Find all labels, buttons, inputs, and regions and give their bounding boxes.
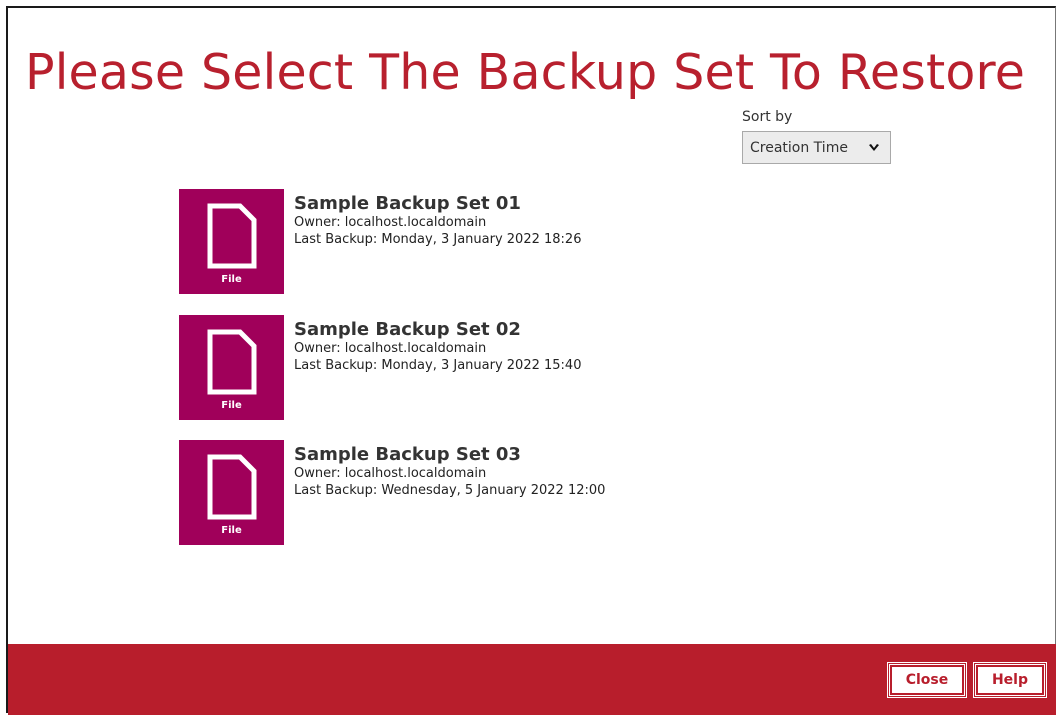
tile-type-label: File bbox=[221, 525, 242, 536]
backup-set-info: Sample Backup Set 03 Owner: localhost.lo… bbox=[294, 444, 605, 499]
close-button[interactable]: Close bbox=[889, 664, 965, 696]
sort-by-label: Sort by bbox=[742, 109, 793, 125]
backup-set-info: Sample Backup Set 02 Owner: localhost.lo… bbox=[294, 319, 581, 374]
page-title: Please Select The Backup Set To Restore bbox=[25, 44, 1026, 101]
backup-set-owner: Owner: localhost.localdomain bbox=[294, 215, 487, 230]
backup-set-item[interactable]: File Sample Backup Set 02 Owner: localho… bbox=[179, 315, 779, 421]
backup-set-tile[interactable]: File bbox=[179, 189, 284, 294]
file-icon bbox=[207, 203, 257, 269]
backup-set-owner: Owner: localhost.localdomain bbox=[294, 341, 487, 356]
backup-set-name: Sample Backup Set 02 bbox=[294, 319, 521, 340]
backup-set-item[interactable]: File Sample Backup Set 03 Owner: localho… bbox=[179, 440, 779, 546]
backup-set-name: Sample Backup Set 03 bbox=[294, 444, 521, 465]
sort-by-selected-value: Creation Time bbox=[750, 139, 848, 156]
file-icon bbox=[207, 329, 257, 395]
backup-set-tile[interactable]: File bbox=[179, 315, 284, 420]
footer-bar: Close Help bbox=[8, 644, 1056, 715]
backup-set-last-backup: Last Backup: Monday, 3 January 2022 15:4… bbox=[294, 358, 582, 373]
backup-set-item[interactable]: File Sample Backup Set 01 Owner: localho… bbox=[179, 189, 779, 295]
chevron-down-icon bbox=[869, 144, 879, 151]
backup-set-last-backup: Last Backup: Monday, 3 January 2022 18:2… bbox=[294, 232, 582, 247]
backup-set-info: Sample Backup Set 01 Owner: localhost.lo… bbox=[294, 193, 581, 248]
backup-set-owner: Owner: localhost.localdomain bbox=[294, 466, 487, 481]
backup-set-name: Sample Backup Set 01 bbox=[294, 193, 521, 214]
backup-set-last-backup: Last Backup: Wednesday, 5 January 2022 1… bbox=[294, 483, 606, 498]
help-button[interactable]: Help bbox=[975, 664, 1045, 696]
sort-by-dropdown[interactable]: Creation Time bbox=[742, 131, 891, 164]
tile-type-label: File bbox=[221, 400, 242, 411]
backup-set-tile[interactable]: File bbox=[179, 440, 284, 545]
restore-window: Please Select The Backup Set To Restore … bbox=[6, 6, 1056, 715]
tile-type-label: File bbox=[221, 274, 242, 285]
file-icon bbox=[207, 454, 257, 520]
